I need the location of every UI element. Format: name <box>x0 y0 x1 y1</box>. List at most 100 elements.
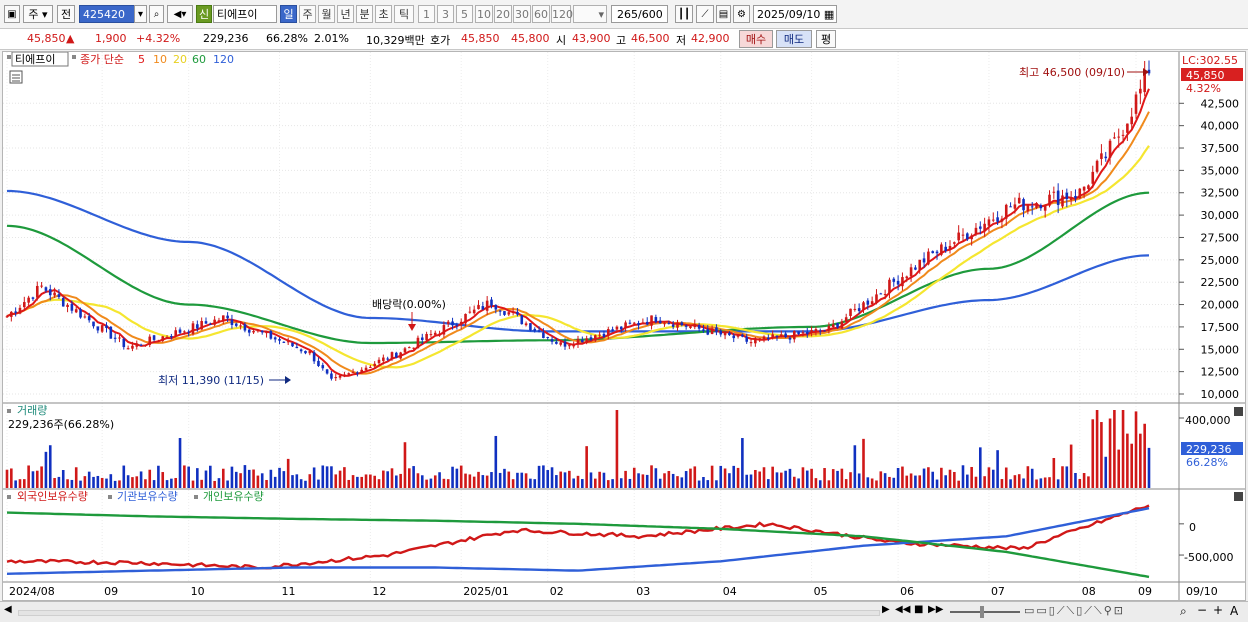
interval-30[interactable]: 30 <box>513 5 531 23</box>
volume-bar <box>503 468 506 488</box>
period-tab-tick[interactable]: 틱 <box>394 5 414 23</box>
candle-up <box>217 320 221 322</box>
stock-code-input[interactable]: 425420 <box>79 5 135 23</box>
price-tick-label: 30,000 <box>1201 209 1240 222</box>
candle-down <box>775 335 779 337</box>
volume-bar <box>1087 476 1090 488</box>
period-tab-month[interactable]: 월 <box>318 5 335 23</box>
volume-bar <box>991 469 995 488</box>
period-tab-day[interactable]: 일 <box>280 5 297 23</box>
candle-down <box>1104 156 1108 159</box>
candle-up <box>459 321 463 325</box>
volume-bar <box>1117 449 1121 488</box>
price-change-pct: +4.32% <box>136 32 181 45</box>
chart-area[interactable]: 티에프이 종가 단순 5 10 20 60 120 최고 46,500 (09/… <box>2 51 1246 601</box>
volume-bar <box>671 473 675 488</box>
candle-up <box>347 373 351 375</box>
stop-icon[interactable]: ■ <box>914 604 923 615</box>
candle-up <box>749 342 753 344</box>
candle-up <box>433 332 437 335</box>
market-type-select[interactable]: 주 ▾ <box>23 5 53 23</box>
draw-line-icon[interactable]: ⟋ <box>696 5 714 23</box>
interval-20[interactable]: 20 <box>494 5 512 23</box>
save-icon[interactable]: ▤ <box>716 5 731 23</box>
forward-icon[interactable]: ▶▶ <box>928 604 943 615</box>
candle-down <box>291 342 294 347</box>
candle-up <box>948 245 952 250</box>
volume-bar <box>416 473 420 488</box>
count-max: /600 <box>638 8 663 21</box>
chart-svg[interactable]: 티에프이 종가 단순 5 10 20 60 120 최고 46,500 (09/… <box>3 51 1245 600</box>
zoom-slider[interactable] <box>950 611 1020 613</box>
interval-custom-dropdown[interactable]: ▾ <box>573 5 607 23</box>
scroll-right-icon[interactable]: ▶ <box>882 604 890 615</box>
volume-bar <box>204 470 208 488</box>
interval-10[interactable]: 10 <box>475 5 493 23</box>
volume-bar <box>291 475 294 488</box>
search-icon[interactable]: ⌕ <box>149 5 164 23</box>
zoom-search-icon[interactable]: ⌕ <box>1180 604 1187 619</box>
x-axis-label: 09 <box>104 585 118 598</box>
settings-gear-icon[interactable]: ⚙ <box>733 5 750 23</box>
horizontal-scrollbar[interactable] <box>18 610 880 616</box>
scroll-left-icon[interactable]: ◀ <box>4 604 12 615</box>
volume-bar <box>191 480 195 488</box>
zoom-out-icon[interactable]: − <box>1197 603 1207 617</box>
date-field[interactable]: 2025/09/10 ▦ <box>753 5 837 23</box>
candle-up <box>265 331 268 334</box>
price-tick-label: 40,000 <box>1201 120 1240 133</box>
view-mode-icons[interactable]: ▭▭▯⟋⟍▯⟋⟍⚲⊡ <box>1024 604 1125 618</box>
interval-3[interactable]: 3 <box>437 5 454 23</box>
price-tick-label: 32,500 <box>1201 187 1240 200</box>
interval-120[interactable]: 120 <box>551 5 573 23</box>
interval-5[interactable]: 5 <box>456 5 473 23</box>
auto-scale-icon[interactable]: A <box>1230 604 1238 618</box>
volume-bar <box>914 475 917 488</box>
sound-icon[interactable]: ◀▾ <box>167 5 193 23</box>
candle-up <box>157 340 160 342</box>
buy-button[interactable]: 매수 <box>739 30 773 48</box>
candle-up <box>425 333 428 341</box>
candle-down <box>542 332 545 338</box>
zoom-slider-handle[interactable] <box>980 606 984 618</box>
period-tab-week[interactable]: 주 <box>299 5 316 23</box>
volume-bar <box>866 477 870 488</box>
period-tab-second[interactable]: 초 <box>375 5 392 23</box>
period-tab-minute[interactable]: 분 <box>356 5 373 23</box>
volume-bar <box>386 471 389 488</box>
interval-60[interactable]: 60 <box>532 5 550 23</box>
candle-up <box>853 308 857 310</box>
candle-up <box>1126 123 1129 133</box>
sell-button[interactable]: 매도 <box>776 30 812 48</box>
volume-bar <box>1130 443 1133 488</box>
volume-bar <box>433 475 437 488</box>
code-dropdown-icon[interactable]: ▾ <box>134 5 147 23</box>
legend-ma5: 5 <box>138 53 145 66</box>
candle-up <box>676 322 679 328</box>
period-tab-year[interactable]: 년 <box>337 5 354 23</box>
volume-bar <box>1143 423 1146 488</box>
volume-bar <box>987 467 991 488</box>
candle-up <box>792 330 796 340</box>
volume-bar <box>892 477 896 488</box>
volume-bar <box>1035 479 1038 488</box>
candle-up <box>507 312 511 315</box>
volume-bar <box>940 467 943 488</box>
candle-up <box>606 329 610 337</box>
zoom-in-icon[interactable]: + <box>1213 603 1223 617</box>
rewind-icon[interactable]: ◀◀ <box>895 604 910 615</box>
prefix-button[interactable]: 전 <box>57 5 75 23</box>
volume-bar <box>520 472 524 488</box>
evaluate-button[interactable]: 평 <box>816 30 836 48</box>
stock-name-field[interactable]: 티에프이 <box>213 5 277 23</box>
window-menu-icon[interactable]: ▣ <box>4 5 20 23</box>
candle-type-icon[interactable]: ┃┃ <box>675 5 693 23</box>
volume-bar <box>226 480 229 488</box>
candle-up <box>118 337 121 339</box>
interval-1[interactable]: 1 <box>418 5 435 23</box>
count-field[interactable]: 265/600 <box>611 5 668 23</box>
candle-up <box>780 334 783 336</box>
candle-down <box>79 309 82 318</box>
candle-down <box>1039 205 1043 209</box>
calendar-icon[interactable]: ▦ <box>824 8 834 21</box>
